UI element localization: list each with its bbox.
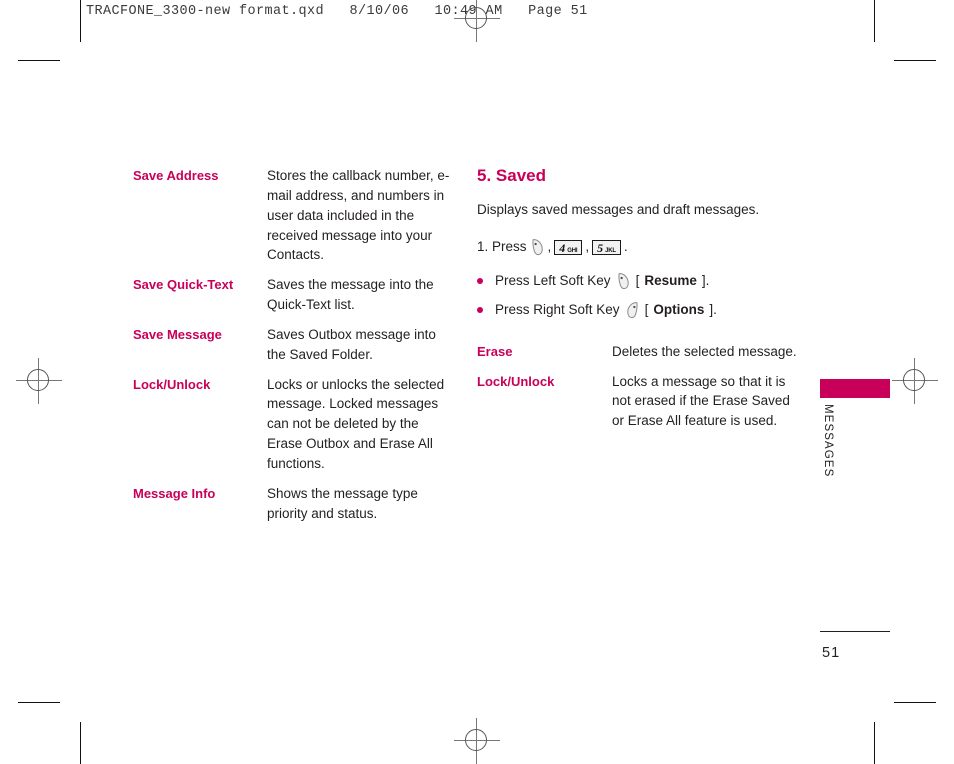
- registration-mark-right-icon: [892, 358, 938, 404]
- crop-mark-top-left-vertical: [80, 0, 81, 42]
- prepress-header-text: TRACFONE_3300-new format.qxd 8/10/06 10:…: [86, 4, 588, 19]
- crop-mark-bottom-left-horizontal: [18, 702, 60, 703]
- folio-rule: [820, 631, 890, 632]
- term-description: Saves Outbox message into the Saved Fold…: [267, 326, 436, 362]
- term-label: Lock/Unlock: [477, 373, 555, 389]
- left-soft-key-icon: [616, 272, 631, 290]
- chapter-thumb-tab-label: MESSAGES: [822, 404, 834, 478]
- list-item: Press Left Soft Key [Resume].: [477, 271, 797, 291]
- bullet-text-before: Press Left Soft Key: [495, 273, 611, 289]
- softkey-label: Options: [653, 301, 705, 317]
- bracket-close: ].: [709, 301, 717, 317]
- list-item: Press Right Soft Key [Options].: [477, 300, 797, 320]
- term-label: Erase: [477, 343, 513, 359]
- step-comma-1: ,: [547, 239, 552, 255]
- glossary-row: Lock/Unlock Locks a message so that it i…: [477, 372, 797, 432]
- chapter-thumb-tab: [820, 379, 890, 398]
- instruction-bullet-list: Press Left Soft Key [Resume]. Press Righ…: [477, 271, 797, 320]
- registration-mark-left-icon: [16, 358, 62, 404]
- softkey-label: Resume: [644, 273, 697, 289]
- term-label: Lock/Unlock: [133, 376, 211, 392]
- term-label: Message Info: [133, 485, 216, 501]
- glossary-row: Erase Deletes the selected message.: [477, 342, 797, 362]
- term-description: Saves the message into the Quick-Text li…: [267, 277, 434, 313]
- left-column: Save Address Stores the callback number,…: [133, 166, 453, 534]
- term-description: Stores the callback number, e-mail addre…: [267, 168, 450, 263]
- right-soft-key-icon: [625, 301, 640, 319]
- step-comma-2: ,: [585, 239, 590, 255]
- step-period: .: [623, 239, 628, 255]
- term-description: Shows the message type priority and stat…: [267, 485, 418, 521]
- term-description: Locks or unlocks the selected message. L…: [267, 376, 445, 471]
- registration-mark-top-icon: [454, 0, 500, 42]
- keypad-key-4: 4 GHI: [554, 239, 583, 255]
- term-description: Deletes the selected message.: [612, 343, 797, 359]
- glossary-row: Save Address Stores the callback number,…: [133, 166, 453, 265]
- bracket-open: [: [644, 301, 649, 317]
- bullet-dot-icon: [477, 306, 483, 313]
- term-label: Save Quick-Text: [133, 277, 234, 293]
- keypad-key-4-digit: 4: [559, 240, 566, 255]
- keypad-key-4-letters: GHI: [567, 247, 578, 254]
- glossary-row: Save Quick-Text Saves the message into t…: [133, 275, 453, 315]
- crop-mark-bottom-left-vertical: [80, 722, 81, 764]
- crop-mark-top-left-horizontal: [18, 60, 60, 61]
- section-intro-text: Displays saved messages and draft messag…: [477, 202, 760, 218]
- crop-mark-bottom-right-vertical: [874, 722, 875, 764]
- bullet-dot-icon: [477, 278, 483, 284]
- left-soft-key-icon: [530, 238, 545, 256]
- term-label: Save Message: [133, 326, 222, 342]
- bracket-close: ].: [701, 273, 710, 289]
- glossary-row: Message Info Shows the message type prio…: [133, 484, 453, 524]
- keypad-key-5-letters: JKL: [605, 247, 616, 254]
- page-number: 51: [822, 645, 841, 661]
- right-column: 5. Saved Displays saved messages and dra…: [477, 166, 797, 441]
- bracket-open: [: [635, 273, 640, 289]
- term-description: Locks a message so that it is not erased…: [612, 373, 790, 429]
- registration-mark-bottom-icon: [454, 718, 500, 764]
- glossary-row: Save Message Saves Outbox message into t…: [133, 325, 453, 365]
- crop-mark-bottom-right-horizontal: [894, 702, 936, 703]
- section-heading: 5. Saved: [477, 166, 546, 185]
- page-canvas: TRACFONE_3300-new format.qxd 8/10/06 10:…: [0, 0, 954, 764]
- bullet-text-before: Press Right Soft Key: [495, 301, 620, 317]
- keypad-key-5-digit: 5: [597, 240, 604, 255]
- glossary-row: Lock/Unlock Locks or unlocks the selecte…: [133, 375, 453, 474]
- step-number-label: 1. Press: [477, 239, 527, 255]
- term-label: Save Address: [133, 168, 219, 183]
- keypad-key-5: 5 JKL: [592, 239, 621, 255]
- step-instruction: 1. Press , 4 GHI , 5 JKL .: [477, 237, 797, 257]
- crop-mark-top-right-horizontal: [894, 60, 936, 61]
- crop-mark-top-right-vertical: [874, 0, 875, 42]
